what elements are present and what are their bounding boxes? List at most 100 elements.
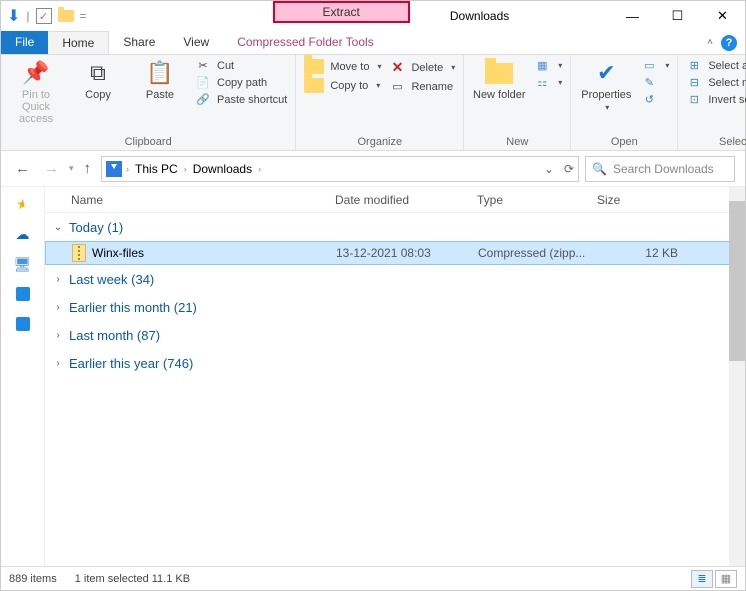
chevron-right-icon: ›: [51, 358, 65, 369]
maximize-button[interactable]: ☐: [655, 1, 700, 31]
breadcrumb-root[interactable]: This PC: [133, 162, 180, 176]
details-view-button[interactable]: ≣: [691, 570, 713, 588]
select-none-button[interactable]: ⊟Select none: [686, 76, 746, 89]
rename-icon: ▭: [389, 80, 405, 93]
minimize-button[interactable]: —: [610, 1, 655, 31]
copy-button[interactable]: ⧉ Copy: [71, 59, 125, 101]
group-last-week[interactable]: › Last week (34): [45, 265, 745, 293]
edit-button[interactable]: ✎: [641, 76, 669, 89]
dropdown-icon: ▾: [377, 62, 381, 71]
address-dropdown-icon[interactable]: ⌄: [544, 162, 554, 176]
breadcrumb-sep: ›: [184, 164, 187, 174]
zip-file-icon: [72, 244, 86, 262]
ribbon-group-organize: Move to▾ Copy to▾ ✕Delete▾ ▭Rename Organ…: [296, 55, 464, 150]
pin-quick-access-button[interactable]: 📌 Pin to Quick access: [9, 59, 63, 125]
group-today[interactable]: ⌄ Today (1): [45, 213, 745, 241]
ribbon-tabs: File Home Share View Compressed Folder T…: [1, 31, 745, 55]
invert-icon: ⊡: [686, 93, 702, 106]
group-last-month[interactable]: › Last month (87): [45, 321, 745, 349]
dropdown-icon: ▾: [605, 103, 609, 112]
file-name: Winx-files: [92, 246, 144, 260]
new-folder-button[interactable]: New folder: [472, 59, 526, 101]
ribbon-group-open: ✔ Properties ▾ ▭▾ ✎ ↺ Open: [571, 55, 678, 150]
group-label: Clipboard: [9, 134, 287, 148]
ribbon-group-select: ⊞Select all ⊟Select none ⊡Invert selecti…: [678, 55, 746, 150]
properties-button[interactable]: ✔ Properties ▾: [579, 59, 633, 112]
cut-button[interactable]: ✂Cut: [195, 59, 287, 72]
nav-item-icon[interactable]: [14, 315, 32, 333]
file-type: Compressed (zipp...: [478, 246, 598, 260]
breadcrumb-sep: ›: [258, 164, 261, 174]
cut-icon: ✂: [195, 59, 211, 72]
vertical-scrollbar[interactable]: [729, 187, 745, 566]
delete-button[interactable]: ✕Delete▾: [389, 59, 455, 76]
tab-file[interactable]: File: [1, 31, 48, 54]
collapse-ribbon-icon[interactable]: ˄: [707, 37, 713, 48]
group-earlier-year[interactable]: › Earlier this year (746): [45, 349, 745, 377]
move-to-button[interactable]: Move to▾: [304, 59, 381, 74]
column-date[interactable]: Date modified: [335, 193, 477, 207]
qat-new-folder-icon[interactable]: [58, 10, 74, 22]
rename-button[interactable]: ▭Rename: [389, 80, 455, 93]
ribbon: 📌 Pin to Quick access ⧉ Copy 📋 Paste ✂Cu…: [1, 55, 745, 151]
this-pc-icon[interactable]: 🖥: [14, 255, 32, 273]
history-dropdown[interactable]: ▾: [69, 163, 74, 174]
chevron-right-icon: ›: [51, 274, 65, 285]
tab-view[interactable]: View: [169, 31, 223, 54]
close-button[interactable]: ✕: [700, 1, 745, 31]
select-none-icon: ⊟: [686, 76, 702, 89]
back-button[interactable]: ←: [11, 160, 34, 177]
select-all-button[interactable]: ⊞Select all: [686, 59, 746, 72]
paste-shortcut-button[interactable]: 🔗Paste shortcut: [195, 93, 287, 106]
nav-item-icon[interactable]: [14, 285, 32, 303]
copy-to-button[interactable]: Copy to▾: [304, 78, 381, 93]
up-button[interactable]: ↑: [80, 160, 96, 177]
history-button[interactable]: ↺: [641, 93, 669, 106]
group-label: Open: [579, 134, 669, 148]
easy-access-icon: ⚏: [534, 76, 550, 89]
help-icon[interactable]: ?: [721, 35, 737, 51]
qat-overflow-icon[interactable]: =: [80, 9, 87, 23]
chevron-right-icon: ›: [51, 302, 65, 313]
onedrive-icon[interactable]: ☁: [14, 225, 32, 243]
new-item-button[interactable]: ▦▾: [534, 59, 562, 72]
tab-compressed-tools[interactable]: Compressed Folder Tools: [223, 31, 388, 54]
paste-button[interactable]: 📋 Paste: [133, 59, 187, 101]
status-item-count: 889 items: [9, 573, 57, 585]
qat-properties-icon[interactable]: ✓: [36, 8, 52, 24]
quick-access-toolbar: ⬇ | ✓ =: [1, 1, 93, 31]
column-type[interactable]: Type: [477, 193, 597, 207]
file-row[interactable]: Winx-files 13-12-2021 08:03 Compressed (…: [45, 241, 745, 265]
group-earlier-month[interactable]: › Earlier this month (21): [45, 293, 745, 321]
scrollbar-thumb[interactable]: [729, 201, 745, 361]
forward-button[interactable]: →: [40, 160, 63, 177]
delete-icon: ✕: [389, 59, 405, 76]
tab-home[interactable]: Home: [48, 31, 109, 54]
group-label: New: [472, 134, 562, 148]
breadcrumb-sep: ›: [126, 164, 129, 174]
tab-share[interactable]: Share: [109, 31, 169, 54]
titlebar: ⬇ | ✓ = Extract Downloads — ☐ ✕: [1, 1, 745, 31]
invert-selection-button[interactable]: ⊡Invert selection: [686, 93, 746, 106]
breadcrumb-folder[interactable]: Downloads: [191, 162, 254, 176]
column-name[interactable]: Name: [71, 193, 335, 207]
search-input[interactable]: 🔍 Search Downloads: [585, 156, 735, 182]
refresh-icon[interactable]: ⟳: [564, 162, 574, 176]
dropdown-icon: ▾: [665, 61, 669, 70]
paste-icon: 📋: [146, 59, 173, 87]
easy-access-button[interactable]: ⚏▾: [534, 76, 562, 89]
open-button[interactable]: ▭▾: [641, 59, 669, 72]
window-controls: — ☐ ✕: [610, 1, 745, 31]
address-bar[interactable]: › This PC › Downloads › ⌄ ⟳: [101, 156, 579, 182]
quick-access-icon[interactable]: ★: [14, 195, 32, 213]
column-size[interactable]: Size: [597, 193, 677, 207]
folder-icon: [304, 78, 324, 93]
large-icons-view-button[interactable]: ▦: [715, 570, 737, 588]
extract-tab-header[interactable]: Extract: [273, 1, 410, 23]
history-icon: ↺: [641, 93, 657, 106]
status-selection: 1 item selected 11.1 KB: [75, 573, 190, 585]
copy-path-button[interactable]: 📄Copy path: [195, 76, 287, 89]
downloads-folder-icon: [106, 161, 122, 177]
navigation-bar: ← → ▾ ↑ › This PC › Downloads › ⌄ ⟳ 🔍 Se…: [1, 151, 745, 187]
search-icon: 🔍: [592, 162, 607, 176]
